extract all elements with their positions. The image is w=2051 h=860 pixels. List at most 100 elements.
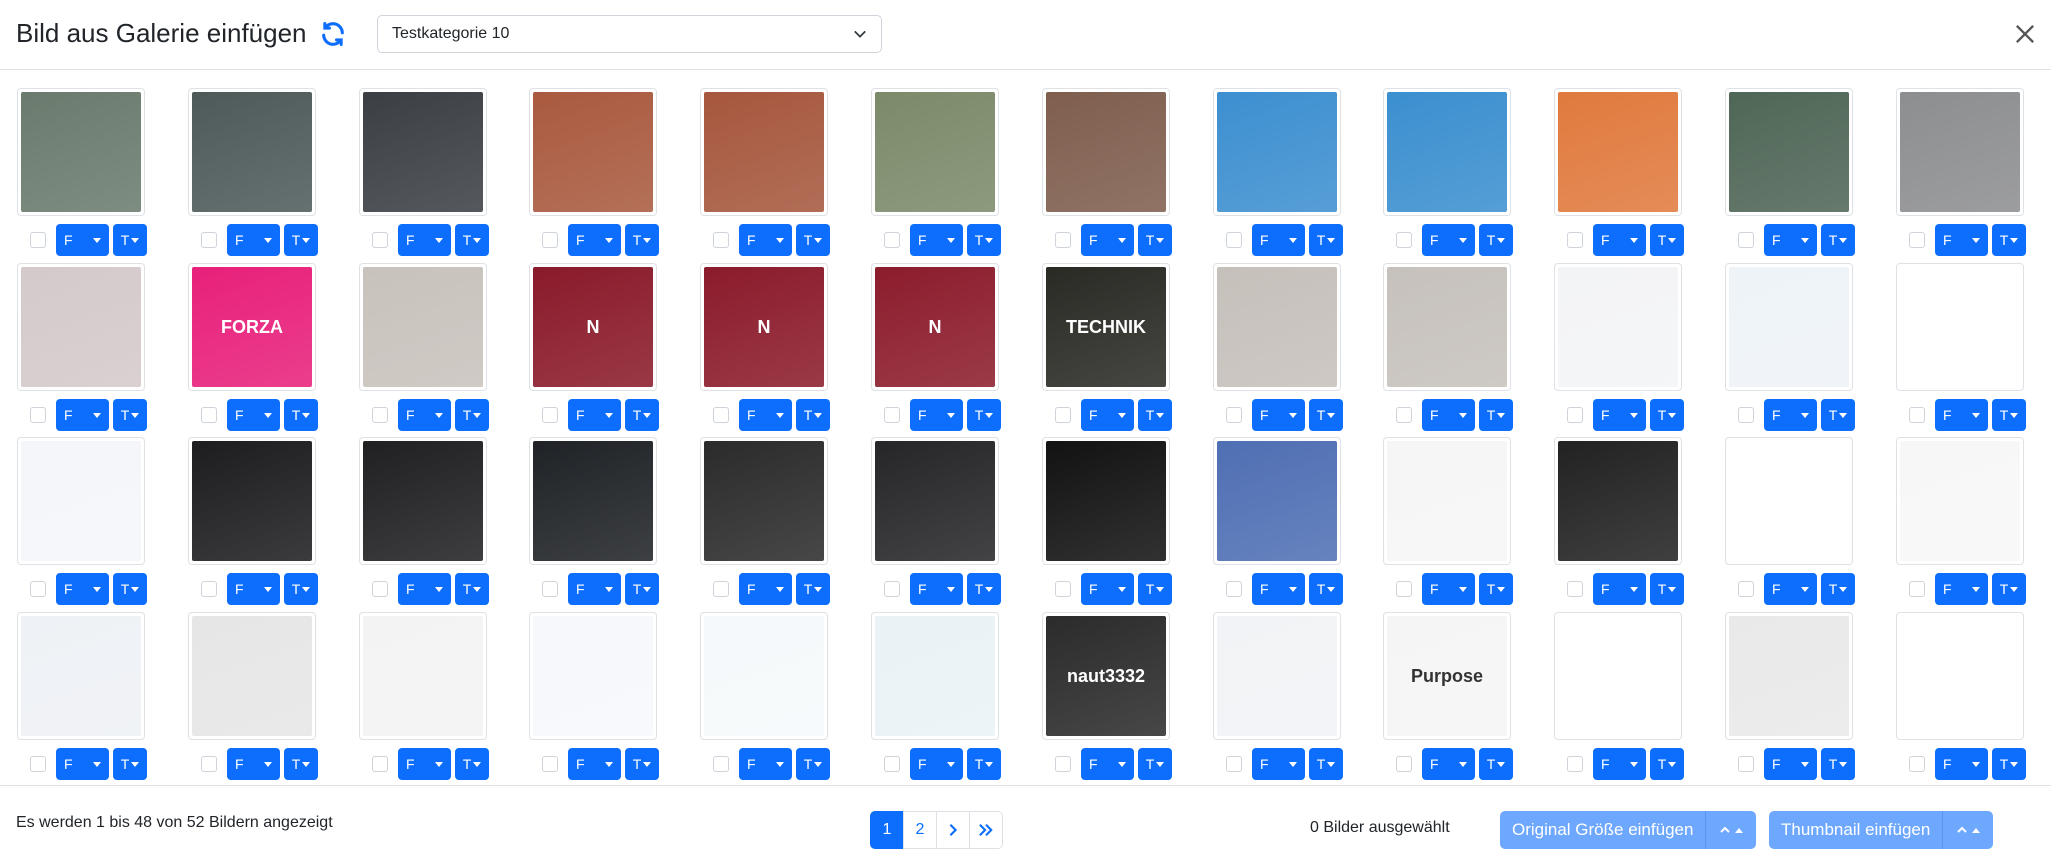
gallery-thumbnail[interactable]: [1383, 88, 1511, 216]
select-checkbox[interactable]: [372, 407, 388, 423]
thumbnail-dropdown-button[interactable]: T: [1992, 748, 2026, 780]
gallery-item[interactable]: FT: [527, 88, 659, 256]
gallery-thumbnail[interactable]: [1725, 437, 1853, 565]
thumbnail-dropdown-button[interactable]: T: [1138, 573, 1172, 605]
gallery-item[interactable]: NFT: [869, 263, 1001, 431]
last-page-button[interactable]: [969, 811, 1003, 849]
select-checkbox[interactable]: [542, 581, 558, 597]
thumbnail-dropdown-button[interactable]: T: [796, 399, 830, 431]
thumbnail-dropdown-button[interactable]: T: [1309, 748, 1343, 780]
gallery-thumbnail[interactable]: [700, 612, 828, 740]
select-checkbox[interactable]: [1055, 581, 1071, 597]
thumbnail-dropdown-button[interactable]: T: [284, 748, 318, 780]
select-checkbox[interactable]: [201, 756, 217, 772]
thumbnail-dropdown-button[interactable]: T: [1992, 224, 2026, 256]
format-dropdown-button[interactable]: F: [227, 573, 280, 605]
select-checkbox[interactable]: [1226, 581, 1242, 597]
gallery-thumbnail[interactable]: [17, 437, 145, 565]
gallery-item[interactable]: FT: [1894, 263, 2026, 431]
gallery-item[interactable]: FT: [1211, 612, 1343, 780]
gallery-thumbnail[interactable]: [188, 612, 316, 740]
select-checkbox[interactable]: [1909, 232, 1925, 248]
gallery-thumbnail[interactable]: [1383, 263, 1511, 391]
gallery-item[interactable]: FT: [1552, 437, 1684, 605]
thumbnail-dropdown-button[interactable]: T: [113, 224, 147, 256]
select-checkbox[interactable]: [713, 232, 729, 248]
thumbnail-dropdown-button[interactable]: T: [1650, 573, 1684, 605]
gallery-thumbnail[interactable]: [1725, 612, 1853, 740]
select-checkbox[interactable]: [1909, 407, 1925, 423]
thumbnail-dropdown-button[interactable]: T: [625, 748, 659, 780]
select-checkbox[interactable]: [1396, 407, 1412, 423]
gallery-item[interactable]: FT: [1723, 88, 1855, 256]
format-dropdown-button[interactable]: F: [1081, 399, 1134, 431]
thumbnail-dropdown-button[interactable]: T: [113, 748, 147, 780]
gallery-thumbnail[interactable]: [1213, 88, 1341, 216]
select-checkbox[interactable]: [1055, 232, 1071, 248]
format-dropdown-button[interactable]: F: [568, 748, 621, 780]
gallery-item[interactable]: naut3332 F T: [1040, 612, 1172, 780]
format-dropdown-button[interactable]: F: [227, 399, 280, 431]
format-dropdown-button[interactable]: F: [1081, 224, 1134, 256]
gallery-item[interactable]: NFT: [527, 263, 659, 431]
select-checkbox[interactable]: [1909, 756, 1925, 772]
thumbnail-dropdown-button[interactable]: T: [1650, 399, 1684, 431]
format-dropdown-button[interactable]: F: [739, 399, 792, 431]
gallery-item[interactable]: FT: [698, 437, 830, 605]
insert-thumbnail-dropdown[interactable]: [1942, 811, 1993, 849]
gallery-thumbnail[interactable]: naut3332: [1042, 612, 1170, 740]
gallery-item[interactable]: FT: [186, 88, 318, 256]
select-checkbox[interactable]: [1055, 756, 1071, 772]
select-checkbox[interactable]: [1226, 407, 1242, 423]
gallery-thumbnail[interactable]: [1554, 263, 1682, 391]
select-checkbox[interactable]: [884, 756, 900, 772]
format-dropdown-button[interactable]: F: [1764, 399, 1817, 431]
gallery-thumbnail[interactable]: [1213, 437, 1341, 565]
gallery-item[interactable]: FT: [1040, 437, 1172, 605]
gallery-item[interactable]: FT: [15, 88, 147, 256]
thumbnail-dropdown-button[interactable]: T: [1992, 573, 2026, 605]
gallery-thumbnail[interactable]: [871, 437, 999, 565]
gallery-item[interactable]: FT: [527, 612, 659, 780]
insert-original-button[interactable]: Original Größe einfügen: [1500, 811, 1757, 849]
select-checkbox[interactable]: [884, 581, 900, 597]
format-dropdown-button[interactable]: F: [910, 399, 963, 431]
thumbnail-dropdown-button[interactable]: T: [284, 573, 318, 605]
gallery-item[interactable]: FT: [1723, 612, 1855, 780]
select-checkbox[interactable]: [201, 581, 217, 597]
format-dropdown-button[interactable]: F: [1252, 748, 1305, 780]
gallery-thumbnail[interactable]: [700, 437, 828, 565]
gallery-thumbnail[interactable]: [1042, 437, 1170, 565]
gallery-item[interactable]: FT: [15, 437, 147, 605]
format-dropdown-button[interactable]: F: [1935, 573, 1988, 605]
format-dropdown-button[interactable]: F: [1935, 748, 1988, 780]
select-checkbox[interactable]: [30, 407, 46, 423]
select-checkbox[interactable]: [1567, 581, 1583, 597]
select-checkbox[interactable]: [1909, 581, 1925, 597]
select-checkbox[interactable]: [1226, 756, 1242, 772]
gallery-thumbnail[interactable]: [1725, 263, 1853, 391]
page-1-button[interactable]: 1: [870, 811, 904, 849]
thumbnail-dropdown-button[interactable]: T: [1479, 224, 1513, 256]
gallery-item[interactable]: FT: [1381, 437, 1513, 605]
format-dropdown-button[interactable]: F: [1081, 573, 1134, 605]
select-checkbox[interactable]: [1055, 407, 1071, 423]
select-checkbox[interactable]: [372, 581, 388, 597]
thumbnail-dropdown-button[interactable]: T: [796, 748, 830, 780]
gallery-item[interactable]: NFT: [698, 263, 830, 431]
gallery-thumbnail[interactable]: Purpose: [1383, 612, 1511, 740]
format-dropdown-button[interactable]: F: [1422, 573, 1475, 605]
thumbnail-dropdown-button[interactable]: T: [284, 224, 318, 256]
thumbnail-dropdown-button[interactable]: T: [1650, 748, 1684, 780]
select-checkbox[interactable]: [1567, 756, 1583, 772]
gallery-item[interactable]: FT: [1552, 88, 1684, 256]
select-checkbox[interactable]: [201, 232, 217, 248]
category-select[interactable]: Testkategorie 10: [377, 15, 882, 53]
format-dropdown-button[interactable]: F: [1935, 399, 1988, 431]
format-dropdown-button[interactable]: F: [56, 224, 109, 256]
format-dropdown-button[interactable]: F: [739, 224, 792, 256]
select-checkbox[interactable]: [30, 232, 46, 248]
gallery-thumbnail[interactable]: [1042, 88, 1170, 216]
thumbnail-dropdown-button[interactable]: T: [1821, 224, 1855, 256]
gallery-thumbnail[interactable]: [359, 437, 487, 565]
